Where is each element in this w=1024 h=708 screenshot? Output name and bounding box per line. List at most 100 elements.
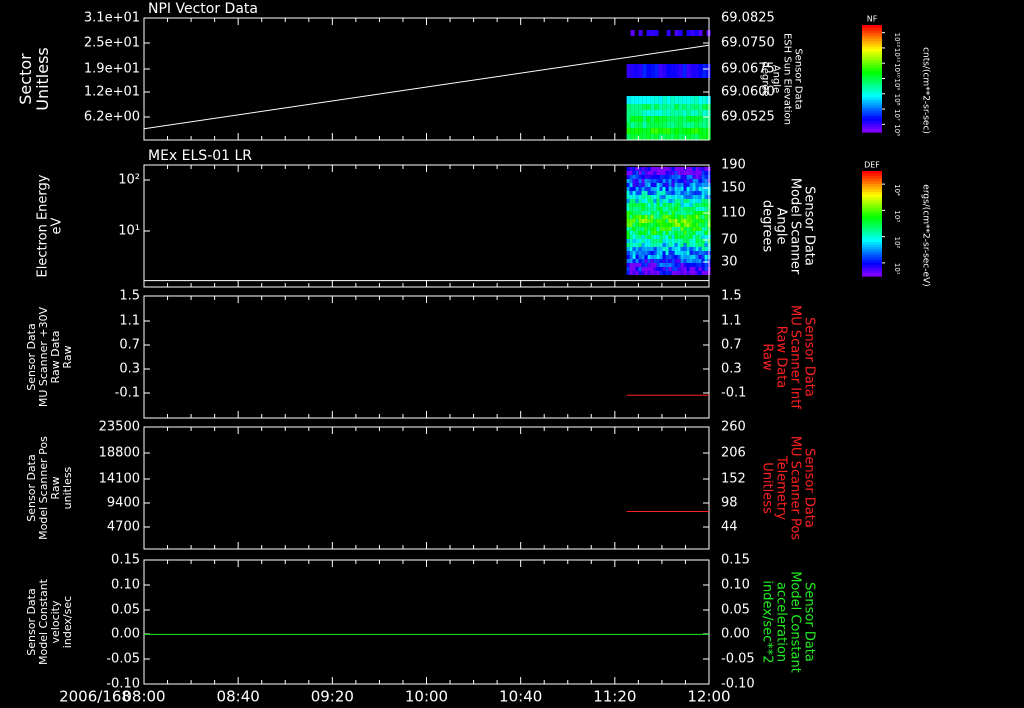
spectrogram-cell xyxy=(698,271,702,275)
spectrogram-cell xyxy=(650,96,655,104)
spectrogram-cell xyxy=(674,271,678,275)
spectrogram-cell xyxy=(653,251,657,255)
spectrogram-cell xyxy=(635,195,639,199)
spectrogram-cell xyxy=(662,247,666,251)
spectrogram-cell xyxy=(635,207,639,211)
spectrogram-cell xyxy=(629,235,633,239)
spectrogram-cell xyxy=(694,30,699,36)
spectrogram-cell xyxy=(689,255,693,259)
spectrogram-cell xyxy=(654,64,659,78)
panel-frame xyxy=(143,17,710,141)
spectrogram-cell xyxy=(680,199,684,203)
spectrogram-cell xyxy=(692,171,696,175)
spectrogram-cell xyxy=(634,122,639,128)
spectrogram-cell xyxy=(689,195,693,199)
spectrogram-cell xyxy=(680,271,684,275)
spectrogram-cell xyxy=(689,259,693,263)
spectrogram-cell xyxy=(704,175,708,179)
spectrogram-cell xyxy=(689,211,693,215)
spectrogram-cell xyxy=(654,116,659,122)
spectrogram-cell xyxy=(626,247,630,251)
spectrogram-cell xyxy=(634,116,639,122)
right-axis-label: Raw xyxy=(760,343,775,371)
spectrogram-cell xyxy=(662,223,666,227)
spectrogram-cell xyxy=(644,207,648,211)
spectrogram-cell xyxy=(626,122,631,128)
spectrogram-cell xyxy=(638,116,643,122)
spectrogram-cell xyxy=(662,215,666,219)
spectrogram-cell xyxy=(665,251,669,255)
spectrogram-cell xyxy=(656,215,660,219)
spectrogram-cell xyxy=(671,203,675,207)
spectrogram-cell xyxy=(629,219,633,223)
spectrogram-cell xyxy=(626,183,630,187)
spectrogram-cell xyxy=(689,187,693,191)
right-axis-label: MU Scanner Pos xyxy=(788,436,803,541)
right-tick-label: 260 xyxy=(721,420,746,435)
spectrogram-cell xyxy=(682,64,687,78)
left-tick-label: 3.1e+01 xyxy=(84,11,140,26)
spectrogram-cell xyxy=(653,203,657,207)
spectrogram-cell xyxy=(665,247,669,251)
spectrogram-cell xyxy=(680,219,684,223)
spectrogram-cell xyxy=(647,227,651,231)
spectrogram-cell xyxy=(644,183,648,187)
colorbar-scale-label: 10¹ xyxy=(893,263,901,275)
spectrogram-cell xyxy=(653,231,657,235)
spectrogram-cell xyxy=(695,231,699,235)
spectrogram-cell xyxy=(638,231,642,235)
spectrogram-cell xyxy=(647,255,651,259)
spectrogram-cell xyxy=(650,128,655,134)
right-axis-label: Model Scanner xyxy=(788,178,803,275)
spectrogram-cell xyxy=(704,195,708,199)
spectrogram-cell xyxy=(680,179,684,183)
spectrogram-cell xyxy=(671,231,675,235)
spectrogram-cell xyxy=(689,167,693,171)
spectrogram-cell xyxy=(659,191,663,195)
spectrogram-cell xyxy=(650,207,654,211)
spectrogram-cell xyxy=(641,251,645,255)
spectrogram-cell xyxy=(662,207,666,211)
spectrogram-cell xyxy=(629,271,633,275)
right-axis-label: MU Scanner Intf xyxy=(788,305,803,409)
spectrogram-cell xyxy=(671,211,675,215)
spectrogram-2 xyxy=(626,167,711,275)
spectrogram-cell xyxy=(630,128,635,134)
panel-3: 1.5 1.1 0.7 0.3 -0.1 1.5 1.1 0.7 0.3 -0.1 Sensor D… xyxy=(25,289,817,419)
spectrogram-cell xyxy=(704,247,708,251)
left-tick-label: 14100 xyxy=(99,472,140,487)
right-tick-label: 0.7 xyxy=(721,338,742,353)
spectrogram-cell xyxy=(626,251,630,255)
spectrogram-cell xyxy=(638,179,642,183)
spectrogram-cell xyxy=(704,263,708,267)
spectrogram-cell xyxy=(666,122,671,128)
spectrogram-cell xyxy=(683,203,687,207)
spectrogram-cell xyxy=(671,215,675,219)
spectrogram-cell xyxy=(671,235,675,239)
spectrogram-cell xyxy=(668,259,672,263)
spectrogram-cell xyxy=(638,167,642,171)
spectrogram-cell xyxy=(665,199,669,203)
spectrogram-cell xyxy=(656,263,660,267)
spectrogram-cell xyxy=(632,259,636,263)
spectrogram-cell xyxy=(659,199,663,203)
spectrogram-cell xyxy=(659,239,663,243)
spectrogram-cell xyxy=(674,207,678,211)
spectrogram-cell xyxy=(674,255,678,259)
spectrogram-cell xyxy=(650,187,654,191)
spectrogram-cell xyxy=(626,191,630,195)
spectrogram-cell xyxy=(646,134,651,140)
spectrogram-cell xyxy=(671,227,675,231)
spectrogram-cell xyxy=(632,271,636,275)
spectrogram-cell xyxy=(662,263,666,267)
spectrogram-cell xyxy=(658,64,663,78)
spectrogram-cell xyxy=(698,247,702,251)
spectrogram-cell xyxy=(653,199,657,203)
right-tick-label: 1.1 xyxy=(721,314,742,329)
spectrogram-cell xyxy=(701,179,705,183)
spectrogram-cell xyxy=(702,122,707,128)
spectrogram-cell xyxy=(644,255,648,259)
spectrogram-cell xyxy=(686,207,690,211)
spectrogram-cell xyxy=(671,183,675,187)
spectrogram-cell xyxy=(677,199,681,203)
